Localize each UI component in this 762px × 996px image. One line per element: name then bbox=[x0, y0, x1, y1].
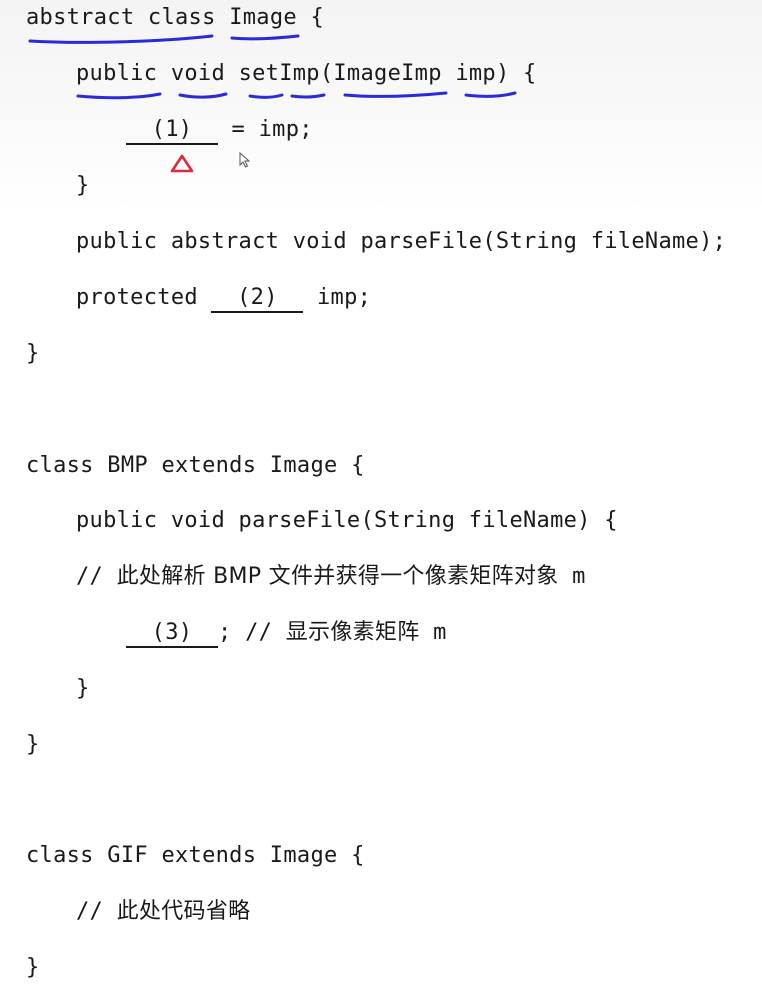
mouse-pointer-icon bbox=[239, 152, 251, 168]
underline-void bbox=[178, 92, 228, 99]
underline-imp bbox=[290, 93, 326, 99]
underline-imageimp bbox=[343, 91, 448, 98]
underline-image bbox=[230, 34, 300, 41]
triangle-mark-icon bbox=[170, 154, 194, 173]
underline-set bbox=[248, 93, 284, 99]
underline-public bbox=[76, 92, 162, 100]
underline-param bbox=[464, 91, 517, 98]
annotation-layer bbox=[28, 34, 517, 173]
underline-abstract-class bbox=[28, 34, 214, 44]
